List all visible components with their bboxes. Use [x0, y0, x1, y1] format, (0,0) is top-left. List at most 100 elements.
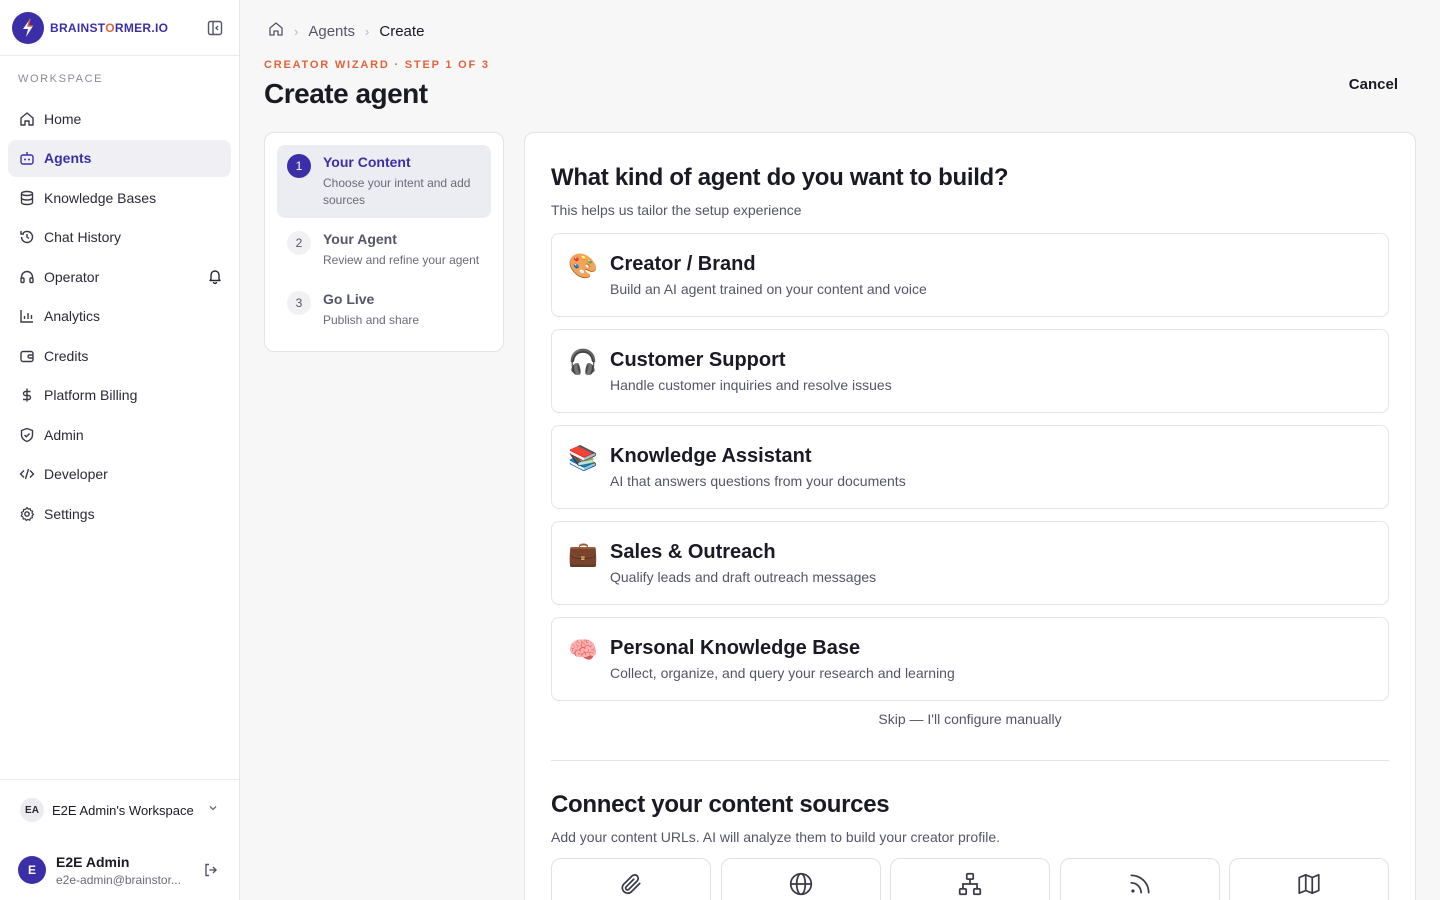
- source-tile-map[interactable]: [1229, 858, 1389, 900]
- step-number: 1: [287, 154, 311, 178]
- intent-option-sales-outreach[interactable]: 💼 Sales & Outreach Qualify leads and dra…: [551, 521, 1389, 605]
- sidebar: BRAINSTORMER.IO WORKSPACE Home Agents Kn…: [0, 0, 240, 900]
- option-title: Knowledge Assistant: [610, 445, 812, 467]
- intent-option-customer-support[interactable]: 🎧 Customer Support Handle customer inqui…: [551, 329, 1389, 413]
- sidebar-item-developer[interactable]: Developer: [8, 456, 231, 493]
- avatar[interactable]: E: [18, 856, 46, 884]
- sidebar-item-label: Knowledge Bases: [44, 189, 157, 206]
- breadcrumb-agents[interactable]: Agents: [308, 23, 355, 40]
- wizard-step-label: CREATOR WIZARD · STEP 1 OF 3: [264, 59, 490, 71]
- main-content: › Agents › Create CREATOR WIZARD · STEP …: [240, 0, 1440, 900]
- step-number: 2: [287, 231, 311, 255]
- intent-title: What kind of agent do you want to build?: [551, 164, 1009, 191]
- sidebar-item-chat-history[interactable]: Chat History: [8, 219, 231, 256]
- workspace-badge: EA: [20, 798, 44, 822]
- dollar-icon: [18, 386, 36, 404]
- sidebar-item-platform-billing[interactable]: Platform Billing: [8, 377, 231, 414]
- sidebar-section-label: WORKSPACE: [18, 73, 104, 85]
- brain-icon: 🧠: [568, 636, 598, 664]
- intent-option-personal-knowledge-base[interactable]: 🧠 Personal Knowledge Base Collect, organ…: [551, 617, 1389, 701]
- panel-left-icon: [207, 20, 223, 35]
- bolt-icon: [12, 11, 44, 44]
- option-description: Collect, organize, and query your resear…: [610, 665, 955, 681]
- sidebar-item-label: Analytics: [44, 308, 101, 324]
- breadcrumb: › Agents › Create: [268, 21, 424, 41]
- skip-configure-manually-link[interactable]: Skip — I'll configure manually: [551, 711, 1389, 727]
- sidebar-item-label: Platform Billing: [44, 387, 138, 403]
- sitemap-icon: [958, 872, 982, 896]
- sidebar-item-analytics[interactable]: Analytics: [8, 298, 231, 335]
- option-title: Personal Knowledge Base: [610, 637, 861, 659]
- divider: [551, 760, 1389, 761]
- sidebar-item-label: Chat History: [44, 229, 122, 245]
- option-description: Build an AI agent trained on your conten…: [610, 281, 927, 297]
- sources-title: Connect your content sources: [551, 791, 890, 818]
- option-title: Creator / Brand: [610, 253, 756, 275]
- sidebar-header: BRAINSTORMER.IO: [0, 0, 239, 56]
- bot-icon: [18, 149, 36, 167]
- shield-icon: [18, 426, 36, 444]
- bell-icon[interactable]: [207, 268, 223, 287]
- step-title: Your Agent: [323, 231, 397, 247]
- intent-option-knowledge-assistant[interactable]: 📚 Knowledge Assistant AI that answers qu…: [551, 425, 1389, 509]
- rss-icon: [1129, 874, 1150, 894]
- sidebar-item-label: Admin: [44, 426, 84, 443]
- wizard-steps: 1 Your Content Choose your intent and ad…: [264, 132, 504, 352]
- user-email: e2e-admin@brainstor...: [56, 872, 181, 887]
- workspace-switcher[interactable]: EA E2E Admin's Workspace: [0, 780, 239, 840]
- step-your-content[interactable]: 1 Your Content Choose your intent and ad…: [277, 145, 491, 218]
- step-number: 3: [287, 291, 311, 315]
- step-subtitle: Publish and share: [323, 313, 420, 327]
- sidebar-item-agents[interactable]: Agents: [8, 139, 231, 177]
- cancel-button[interactable]: Cancel: [1349, 76, 1398, 93]
- history-icon: [18, 228, 36, 246]
- sidebar-item-admin[interactable]: Admin: [8, 416, 231, 453]
- headphones-icon: 🎧: [568, 348, 598, 376]
- globe-icon: [789, 872, 812, 896]
- source-tiles: [551, 858, 1389, 900]
- step-your-agent[interactable]: 2 Your Agent Review and refine your agen…: [277, 222, 491, 278]
- sidebar-item-label: Developer: [44, 466, 108, 482]
- workspace-name: E2E Admin's Workspace: [52, 802, 194, 818]
- home-icon[interactable]: [268, 21, 284, 41]
- source-tile-upload[interactable]: [551, 858, 711, 900]
- sidebar-item-label: Operator: [44, 268, 100, 285]
- intent-subtitle: This helps us tailor the setup experienc…: [551, 202, 802, 218]
- chevron-right-icon: ›: [294, 23, 299, 39]
- collapse-sidebar-button[interactable]: [203, 16, 227, 40]
- paperclip-icon: [621, 873, 641, 895]
- palette-icon: 🎨: [568, 252, 598, 280]
- user-info: E2E Admin e2e-admin@brainstor...: [56, 854, 201, 887]
- sidebar-item-credits[interactable]: Credits: [8, 337, 231, 374]
- brand-logo[interactable]: BRAINSTORMER.IO: [12, 11, 168, 44]
- sidebar-item-knowledge-bases[interactable]: Knowledge Bases: [8, 179, 231, 216]
- intent-option-creator-brand[interactable]: 🎨 Creator / Brand Build an AI agent trai…: [551, 233, 1389, 317]
- sidebar-item-settings[interactable]: Settings: [8, 495, 231, 532]
- sidebar-item-home[interactable]: Home: [8, 100, 231, 137]
- option-description: Qualify leads and draft outreach message…: [610, 569, 877, 585]
- intent-options: 🎨 Creator / Brand Build an AI agent trai…: [551, 233, 1389, 713]
- user-name: E2E Admin: [56, 853, 130, 870]
- breadcrumb-current: Create: [379, 22, 425, 40]
- step-title: Your Content: [323, 154, 411, 170]
- sidebar-item-label: Home: [44, 110, 82, 127]
- page-title: Create agent: [264, 78, 428, 109]
- sidebar-footer: EA E2E Admin's Workspace E E2E Admin e2e…: [0, 779, 239, 900]
- source-tile-rss[interactable]: [1059, 858, 1220, 900]
- step-subtitle: Review and refine your agent: [323, 253, 480, 267]
- sidebar-item-operator[interactable]: Operator: [8, 258, 231, 295]
- sidebar-item-label: Agents: [44, 150, 92, 166]
- source-tile-sitemap[interactable]: [890, 858, 1050, 900]
- sidebar-nav: Home Agents Knowledge Bases Chat History…: [0, 100, 239, 532]
- wallet-icon: [18, 347, 36, 365]
- sources-subtitle: Add your content URLs. AI will analyze t…: [551, 829, 1000, 845]
- sidebar-item-label: Credits: [44, 347, 89, 364]
- source-tile-website[interactable]: [720, 858, 881, 900]
- sidebar-item-label: Settings: [44, 505, 95, 522]
- option-description: AI that answers questions from your docu…: [610, 473, 906, 489]
- logout-icon: [205, 863, 217, 877]
- gear-icon: [18, 505, 36, 523]
- step-subtitle: Choose your intent and add sources: [323, 176, 471, 207]
- logout-button[interactable]: [201, 860, 221, 880]
- step-go-live[interactable]: 3 Go Live Publish and share: [277, 282, 491, 338]
